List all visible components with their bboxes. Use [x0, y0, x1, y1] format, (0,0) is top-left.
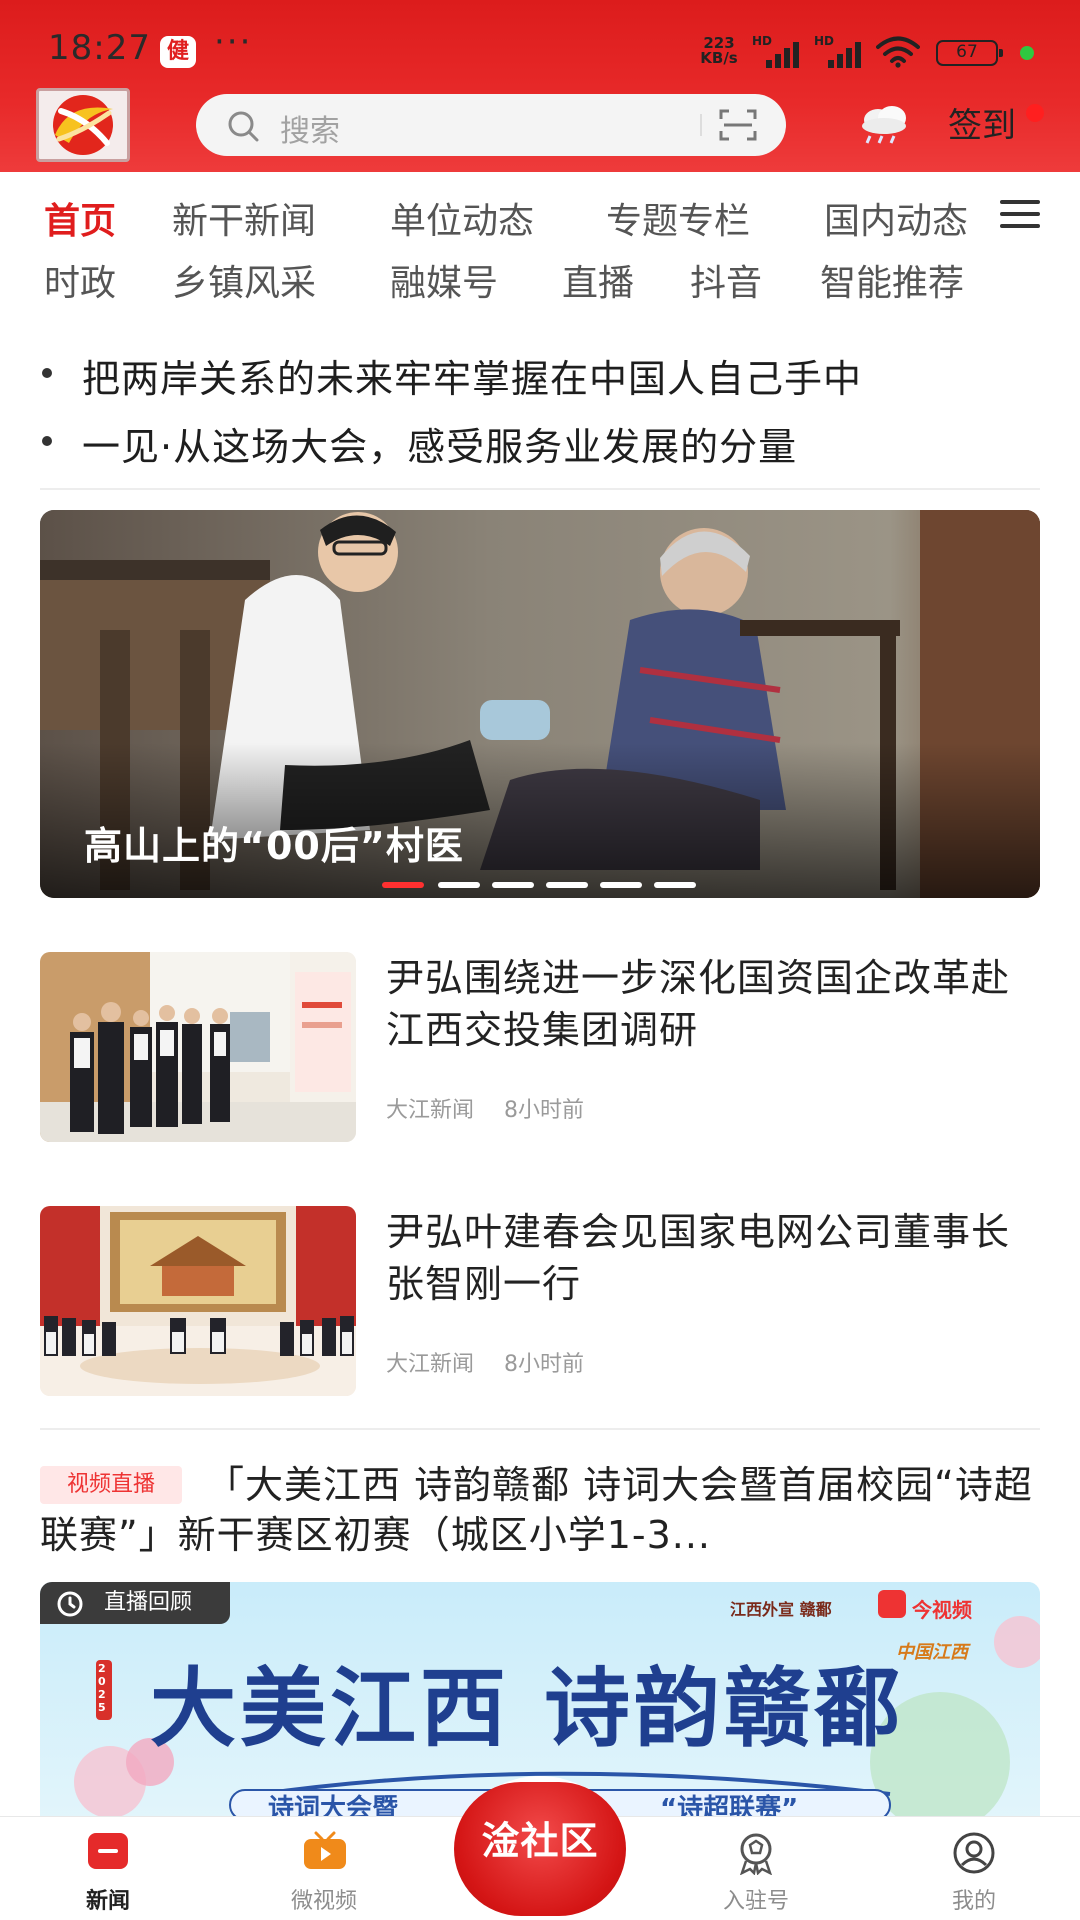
wifi-icon [876, 36, 920, 68]
nav-tab-domestic[interactable]: 国内动态 [824, 192, 968, 244]
profile-icon [953, 1832, 995, 1874]
sim2-hd-label: HD [814, 34, 835, 48]
tab-micro-video-label: 微视频 [290, 1889, 357, 1914]
poster-brand-jiangxi: 江西外宣 赣鄱 [730, 1600, 832, 1619]
news-thumbnail [40, 952, 356, 1142]
divider [40, 1428, 1040, 1430]
history-clock-icon [57, 1591, 83, 1617]
carousel-indicator-active [382, 882, 424, 888]
nav-tab-xingan-news[interactable]: 新干新闻 [172, 192, 316, 244]
carousel-indicator [438, 882, 480, 888]
channel-menu-icon[interactable] [1000, 200, 1040, 230]
nav-tab-media[interactable]: 融媒号 [390, 254, 498, 306]
tab-subscribe[interactable]: 入驻号 [686, 1817, 826, 1920]
news-title: 尹弘围绕进一步深化国资国企改革赴江西交投集团调研 [386, 956, 1011, 1052]
search-bar[interactable]: 搜索 [196, 94, 786, 156]
scan-icon[interactable] [718, 108, 758, 142]
news-meta: 大江新闻 8小时前 [386, 1346, 614, 1378]
badge-ribbon-icon [740, 1833, 772, 1875]
channel-nav: 首页 新干新闻 单位动态 专题专栏 国内动态 时政 乡镇风采 融媒号 直播 抖音… [0, 172, 1080, 312]
app-header: 18:27 健 ··· 223 KB/s HD HD 67 搜索 签到 [0, 0, 1080, 172]
news-thumbnail [40, 1206, 356, 1396]
news-meta: 大江新闻 8小时前 [386, 1092, 614, 1124]
nav-tab-live[interactable]: 直播 [562, 254, 634, 306]
signin-button[interactable]: 签到 [948, 98, 1016, 147]
carousel-indicator [654, 882, 696, 888]
app-screen: { "status_bar": { "time": "18:27", "heal… [0, 0, 1080, 1920]
news-list-item[interactable]: 尹弘叶建春会见国家电网公司董事长张智刚一行 大江新闻 8小时前 [40, 1206, 1040, 1396]
news-time: 8小时前 [504, 1352, 585, 1377]
tab-news[interactable]: 新闻 [38, 1817, 178, 1920]
poster-year: 2025 [98, 1662, 106, 1714]
carousel-indicator [546, 882, 588, 888]
live-video-tag: 视频直播 [40, 1466, 182, 1504]
network-speed-unit: KB/s [700, 49, 738, 67]
news-list-item[interactable]: 尹弘围绕进一步深化国资国企改革赴江西交投集团调研 大江新闻 8小时前 [40, 952, 1040, 1142]
divider [40, 488, 1040, 490]
nav-tab-recommend[interactable]: 智能推荐 [820, 254, 964, 306]
tab-profile[interactable]: 我的 [904, 1817, 1044, 1920]
tab-news-label: 新闻 [85, 1889, 130, 1914]
carousel-indicator [600, 882, 642, 888]
bullet-dot [42, 368, 52, 378]
nav-tab-township[interactable]: 乡镇风采 [172, 254, 316, 306]
headline-text: 一见·从这场大会，感受服务业发展的分量 [82, 425, 798, 469]
micro-video-icon [304, 1831, 346, 1869]
carousel-indicator [492, 882, 534, 888]
more-notifications-icon: ··· [214, 22, 253, 62]
news-icon [88, 1833, 128, 1869]
news-source: 大江新闻 [386, 1098, 475, 1123]
tab-profile-label: 我的 [951, 1889, 996, 1914]
battery-indicator: 67 [936, 40, 1003, 66]
live-news-title[interactable]: 「大美江西 诗韵赣鄱 诗词大会暨首届校园“诗超联赛”」新干赛区初赛（城区小学1-… [40, 1460, 1040, 1560]
news-source: 大江新闻 [386, 1352, 475, 1377]
community-button-circle: 淦社区 [454, 1782, 626, 1916]
signin-badge-dot [1026, 104, 1044, 122]
nav-tab-special[interactable]: 专题专栏 [606, 192, 750, 244]
logo-emblem-icon [53, 95, 113, 155]
news-title: 尹弘叶建春会见国家电网公司董事长张智刚一行 [386, 1210, 1011, 1306]
hero-caption: 高山上的“00后”村医 [84, 824, 464, 868]
status-time: 18:27 [48, 28, 151, 68]
network-speed: 223 KB/s [696, 36, 742, 66]
bullet-dot [42, 436, 52, 446]
sim1-hd-label: HD [752, 34, 773, 48]
news-time: 8小时前 [504, 1098, 585, 1123]
poster-brand-china-jiangxi: 中国江西 [896, 1642, 968, 1663]
weather-rain-icon[interactable] [856, 100, 912, 146]
search-icon [228, 111, 259, 142]
signal-sim1-icon: HD [752, 34, 806, 68]
poster-brand-jinshipin: 今视频 [912, 1598, 972, 1622]
tab-micro-video[interactable]: 微视频 [254, 1817, 394, 1920]
signal-sim2-icon: HD [814, 34, 868, 68]
nav-tab-home[interactable]: 首页 [44, 192, 116, 244]
nav-tab-unit-news[interactable]: 单位动态 [390, 192, 534, 244]
camera-in-use-dot [1020, 46, 1034, 60]
headline-text: 把两岸关系的未来牢牢掌握在中国人自己手中 [82, 357, 863, 401]
community-label: 淦社区 [481, 1819, 599, 1863]
nav-tab-politics[interactable]: 时政 [44, 254, 116, 306]
live-replay-badge: 直播回顾 [40, 1582, 230, 1624]
jinshipin-logo-icon [878, 1590, 906, 1618]
app-logo[interactable] [36, 88, 130, 162]
search-placeholder: 搜索 [280, 114, 340, 149]
poster-title: 大美江西 诗韵赣鄱 [150, 1658, 904, 1759]
status-bar: 18:27 健 ··· 223 KB/s HD HD 67 [0, 0, 1080, 90]
hero-carousel[interactable]: 高山上的“00后”村医 [40, 510, 1040, 898]
search-divider [700, 114, 702, 136]
nav-tab-douyin[interactable]: 抖音 [690, 254, 762, 306]
health-code-icon: 健 [160, 36, 196, 68]
replay-label: 直播回顾 [104, 1590, 193, 1615]
tab-subscribe-label: 入驻号 [722, 1889, 789, 1914]
